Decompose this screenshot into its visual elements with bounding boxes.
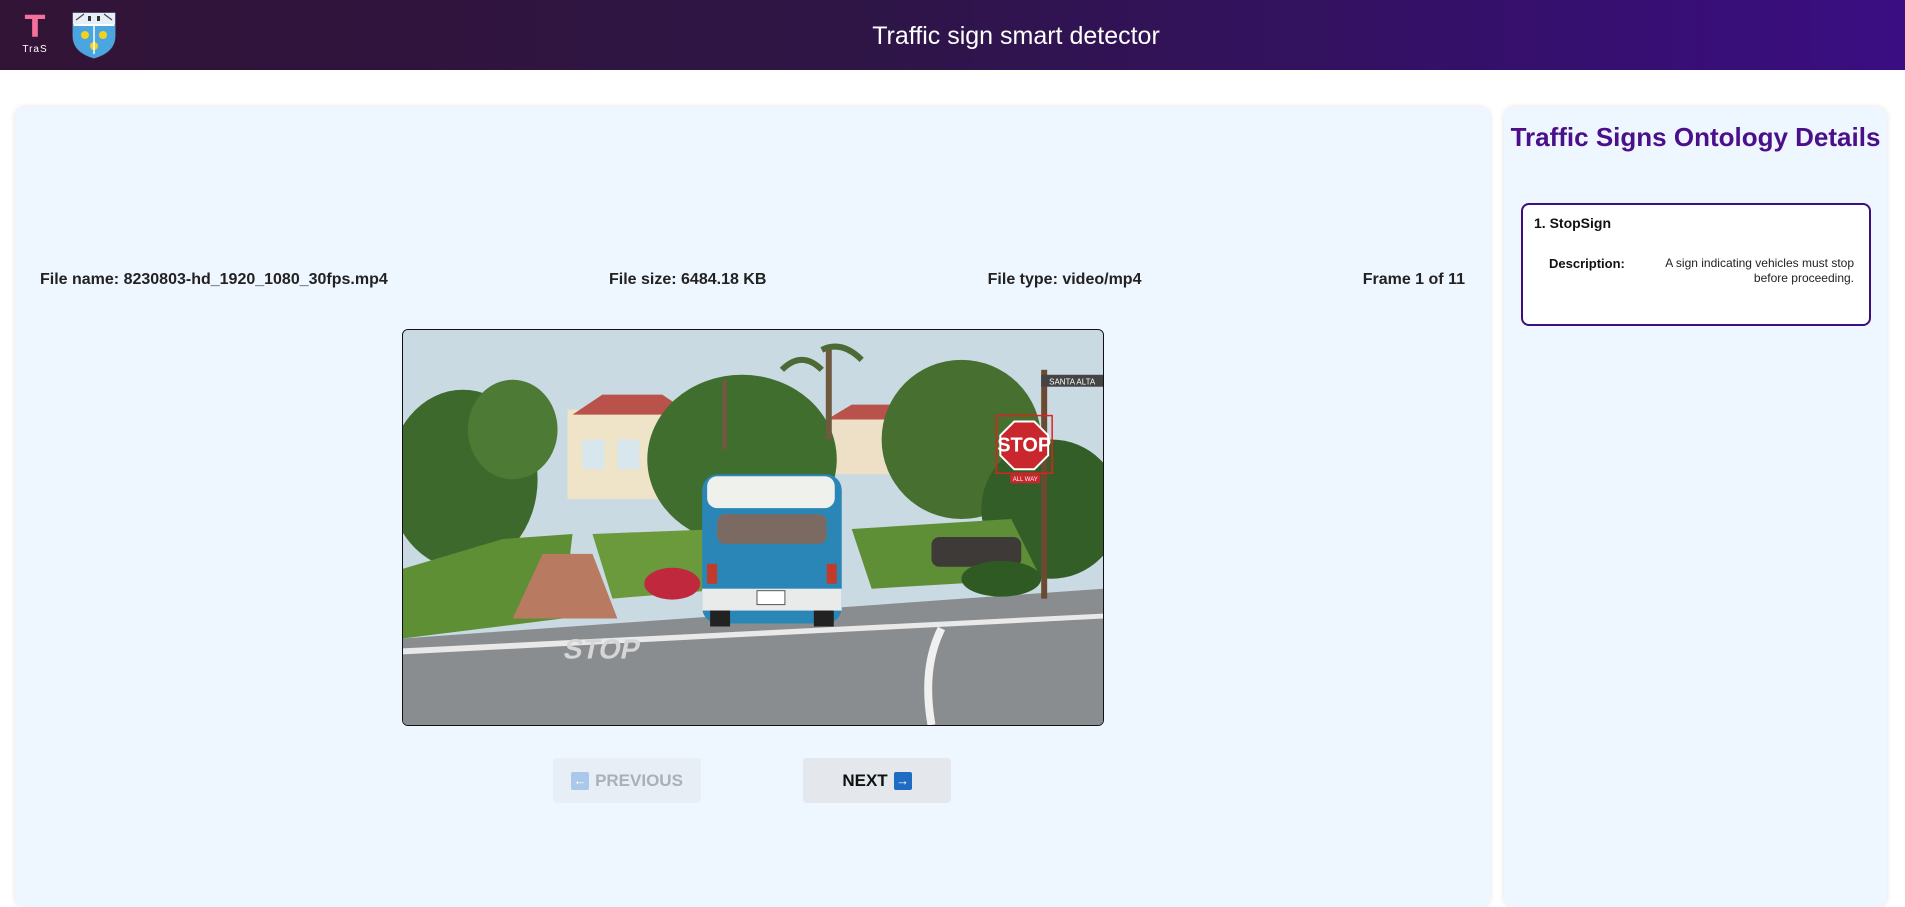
previous-button[interactable]: ← PREVIOUS [553, 758, 701, 803]
frame-counter: Frame 1 of 11 [1362, 271, 1465, 288]
file-info-row: File name: 8230803-hd_1920_1080_30fps.mp… [40, 271, 1465, 289]
file-type: File type: video/mp4 [987, 271, 1142, 288]
next-button[interactable]: NEXT → [803, 758, 951, 803]
app-title: Traffic sign smart detector [872, 22, 1160, 50]
video-frame-image: STOP SANTA ALTA STOP ALL WAY [402, 329, 1104, 726]
description-text: A sign indicating vehicles must stop bef… [1665, 256, 1854, 285]
street-sign-text: SANTA ALTA [1049, 378, 1096, 387]
ontology-item-title: 1. StopSign [1534, 215, 1611, 231]
ontology-panel: Traffic Signs Ontology Details 1. StopSi… [1504, 107, 1887, 907]
road-stop-text: STOP [561, 633, 643, 665]
all-way-text: ALL WAY [1013, 477, 1038, 483]
arrow-left-icon: ← [571, 771, 590, 790]
ontology-item-card: 1. StopSign Description: A sign indicati… [1521, 203, 1871, 326]
ontology-title: Traffic Signs Ontology Details [1510, 122, 1881, 152]
arrow-right-icon: → [893, 771, 912, 790]
description-label: Description: [1549, 256, 1625, 271]
file-size: File size: 6484.18 KB [609, 271, 767, 288]
previous-label: PREVIOUS [595, 770, 683, 790]
app-header: T TraS Traffic sign smart detector [0, 0, 1905, 70]
file-name: File name: 8230803-hd_1920_1080_30fps.mp… [40, 271, 388, 288]
detector-panel: File name: 8230803-hd_1920_1080_30fps.mp… [15, 107, 1490, 907]
next-label: NEXT [842, 770, 888, 790]
stop-sign-text: STOP [997, 434, 1051, 456]
